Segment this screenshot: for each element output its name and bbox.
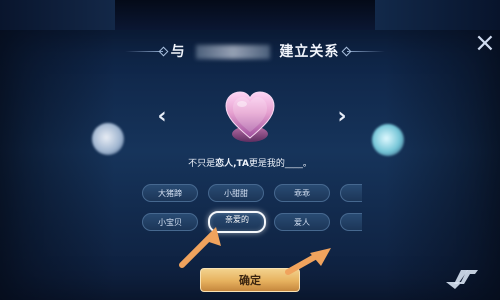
tag-little-sweet[interactable]: 小甜甜 xyxy=(208,184,264,202)
chevron-left-icon[interactable]: ‹ xyxy=(154,106,170,128)
title-ornament-right-icon xyxy=(347,50,386,52)
tag-little-treasure[interactable]: 小宝贝 xyxy=(142,213,198,231)
tag-partially-visible-bottom[interactable] xyxy=(340,213,362,231)
prompt-blank: ____。 xyxy=(284,159,312,169)
blurred-player-name xyxy=(195,45,270,59)
right-player-avatar xyxy=(372,124,404,156)
title-ornament-left-icon xyxy=(124,50,163,52)
tag-good-baby[interactable]: 乖乖 xyxy=(274,184,330,202)
prompt-middle: 更是我的 xyxy=(248,159,285,169)
tag-lover[interactable]: 爱人 xyxy=(274,213,330,231)
heart-icon xyxy=(218,86,282,146)
relationship-tag-grid: 大猪蹄 小甜甜 乖乖 小宝贝 亲爱的 爱人 xyxy=(0,184,500,234)
prompt-emphasis: 恋人,TA xyxy=(215,159,249,169)
dialog-title-wrap: 与 建立关系 xyxy=(120,42,390,60)
game-screen: 与 建立关系 × ‹ › 不只是恋人,TA更是我的____。 大猪蹄 小甜甜 乖… xyxy=(0,0,500,300)
dialog-title-prefix: 与 xyxy=(170,44,186,60)
relationship-prompt: 不只是恋人,TA更是我的____。 xyxy=(150,156,350,169)
tag-big-pig-trotter[interactable]: 大猪蹄 xyxy=(142,184,198,202)
confirm-button[interactable]: 确定 xyxy=(200,268,300,292)
dialog-title: 与 建立关系 xyxy=(171,41,340,61)
watermark-icon xyxy=(446,270,478,289)
prompt-prefix: 不只是 xyxy=(188,159,216,169)
close-icon[interactable]: × xyxy=(474,30,496,56)
tag-dear-selected[interactable]: 亲爱的 xyxy=(208,211,266,233)
chevron-right-icon[interactable]: › xyxy=(334,106,350,128)
dialog-title-suffix: 建立关系 xyxy=(279,44,340,60)
tag-partially-visible-top[interactable] xyxy=(340,184,362,202)
left-player-avatar xyxy=(92,123,124,155)
